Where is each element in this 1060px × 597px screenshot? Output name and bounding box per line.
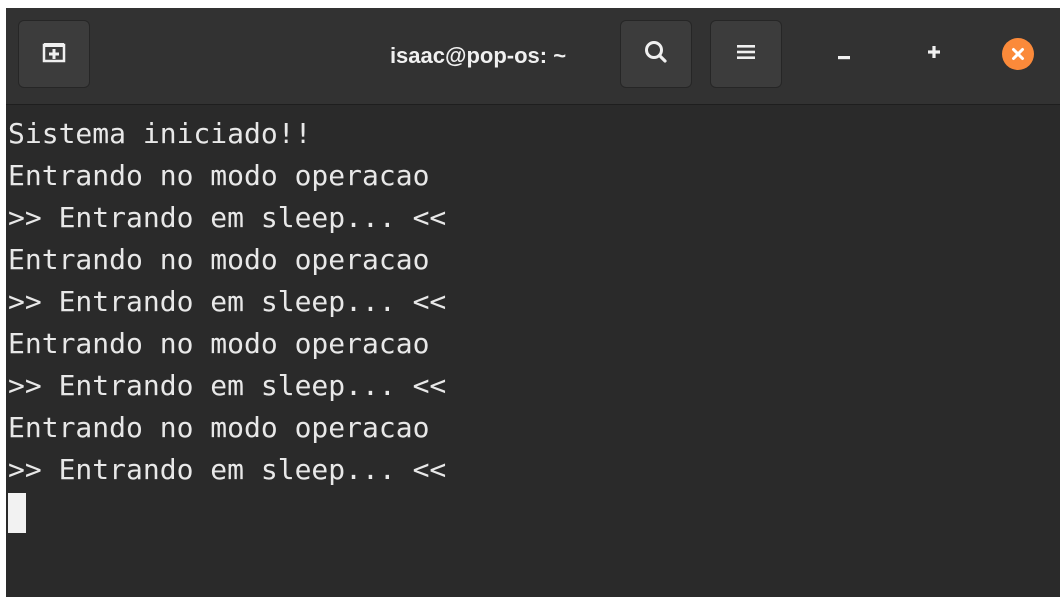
maximize-button[interactable]	[912, 32, 956, 76]
terminal-line: Entrando no modo operacao	[8, 411, 430, 444]
search-button[interactable]	[620, 20, 692, 88]
menu-button[interactable]	[710, 20, 782, 88]
screenshot-top-margin	[0, 0, 1060, 8]
terminal-line: >> Entrando em sleep... <<	[8, 201, 447, 234]
new-tab-icon	[42, 41, 66, 67]
new-tab-button[interactable]	[18, 20, 90, 88]
minimize-icon	[835, 43, 853, 65]
close-button[interactable]	[996, 32, 1040, 76]
terminal-line: >> Entrando em sleep... <<	[8, 369, 447, 402]
terminal-output[interactable]: Sistema iniciado!! Entrando no modo oper…	[6, 105, 1060, 597]
window-title: isaac@pop-os: ~	[389, 43, 567, 68]
minimize-button[interactable]	[822, 32, 866, 76]
terminal-line: >> Entrando em sleep... <<	[8, 453, 447, 486]
terminal-window: isaac@pop-os: ~ Sistema iniciado!! Entra…	[6, 8, 1060, 597]
close-icon	[1002, 38, 1034, 70]
maximize-icon	[925, 43, 943, 65]
terminal-line: >> Entrando em sleep... <<	[8, 285, 447, 318]
terminal-cursor	[8, 493, 26, 533]
terminal-line: Entrando no modo operacao	[8, 243, 430, 276]
hamburger-menu-icon	[736, 43, 756, 65]
search-icon	[643, 39, 669, 69]
terminal-line: Entrando no modo operacao	[8, 159, 430, 192]
terminal-line: Sistema iniciado!!	[8, 117, 312, 150]
terminal-line: Entrando no modo operacao	[8, 327, 430, 360]
header-bar: isaac@pop-os: ~	[6, 8, 1060, 105]
